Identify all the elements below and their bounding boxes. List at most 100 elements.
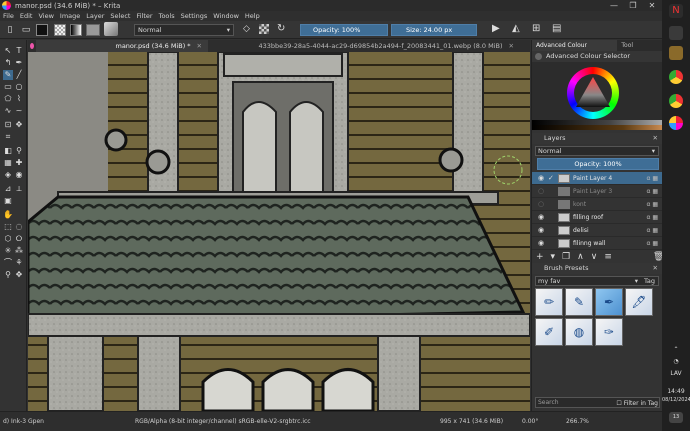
workspace-icon[interactable]: ▤ [552,23,561,34]
polygon-tool-icon[interactable]: ⬠ [3,94,13,104]
brush-preset-soft-icon[interactable]: ◍ [565,318,593,346]
drawing-canvas[interactable] [28,52,530,411]
chrome-icon[interactable] [669,94,683,108]
visibility-eye-icon[interactable]: ◉ [538,175,545,182]
clock-time[interactable]: 14:49 [662,388,690,395]
close-button[interactable]: ✕ [643,0,661,11]
add-layer-icon[interactable]: + [536,252,544,262]
visibility-eye-icon[interactable]: ◉ [538,214,545,221]
freehand-path-tool-icon[interactable]: ~ [14,106,24,116]
colorize-mask-tool-icon[interactable]: ▦ [3,158,13,168]
text-tool-icon[interactable]: T [14,46,24,56]
menu-select[interactable]: Select [110,12,130,20]
pan-view-tool-icon[interactable]: ✥ [14,270,24,280]
status-zoom[interactable]: 266.7% [566,418,589,425]
pan-tool-icon[interactable]: ✋ [3,210,13,220]
tab-tool-options[interactable]: Tool Options [617,40,662,60]
close-panel-icon[interactable]: ✕ [653,263,658,274]
fill-tool-icon[interactable]: ◈ [3,170,13,180]
menu-image[interactable]: Image [60,12,80,20]
crop-tool-icon[interactable]: ⌗ [3,132,13,142]
brush-tag-select[interactable]: my fav ▾ Tag [535,276,659,286]
smart-patch-tool-icon[interactable]: ✚ [14,158,24,168]
polygonal-selection-tool-icon[interactable]: ⬡ [3,234,13,244]
move-tool-icon[interactable]: ✥ [14,120,24,130]
maximize-button[interactable]: ❐ [624,0,642,11]
menu-settings[interactable]: Settings [181,12,208,20]
layer-properties-icon[interactable]: ≡ [604,252,612,262]
reload-preset-icon[interactable]: ↻ [277,23,285,34]
brush-preset-marker-icon[interactable]: ✎ [565,288,593,316]
blend-mode-select[interactable]: Normal ▾ [134,24,234,36]
alpha-lock-icon[interactable]: α ▦ [646,198,658,211]
enclose-fill-tool-icon[interactable]: ◉ [14,170,24,180]
app-icon[interactable] [669,26,683,40]
chrome-icon[interactable] [669,70,683,84]
shade-selector-brown[interactable] [532,125,662,130]
minimize-button[interactable]: — [605,0,623,11]
menu-help[interactable]: Help [245,12,260,20]
visibility-eye-icon[interactable]: ◉ [538,240,545,247]
netflix-icon[interactable]: N [669,4,683,18]
gradient-tool-icon[interactable]: ◧ [3,146,13,156]
zoom-tool-icon[interactable]: ⚲ [3,270,13,280]
close-tab-icon[interactable]: ✕ [197,40,202,52]
alpha-lock-icon[interactable]: α ▦ [646,172,658,185]
close-tab-icon[interactable]: ✕ [509,40,514,52]
move-layer-up-icon[interactable]: ∧ [577,252,584,262]
duplicate-layer-icon[interactable]: ❐ [562,252,570,262]
layer-row[interactable]: ◉ filling roof α ▦ [532,211,662,224]
close-panel-icon[interactable]: ✕ [653,133,658,144]
tag-button[interactable]: Tag [644,277,655,286]
menu-filter[interactable]: Filter [136,12,152,20]
visibility-eye-icon[interactable]: ◉ [538,227,545,234]
similar-color-selection-tool-icon[interactable]: ⁂ [14,246,24,256]
menu-view[interactable]: View [38,12,53,20]
wrap-around-icon[interactable]: ⊞ [532,23,540,34]
layer-blend-select[interactable]: Normal ▾ [535,146,659,156]
size-slider[interactable]: Size: 24.00 px [391,24,477,36]
alpha-lock-icon[interactable]: α ▦ [646,211,658,224]
line-tool-icon[interactable]: ╱ [14,70,24,80]
elliptical-selection-tool-icon[interactable]: ◌ [14,222,24,232]
layer-opacity-slider[interactable]: Opacity: 100% [537,158,659,170]
tab-manor[interactable]: manor.psd (34.6 MiB) * ✕ [36,40,208,52]
move-layer-down-icon[interactable]: ∨ [591,252,598,262]
clock-date[interactable]: 08/12/2024 [662,397,690,403]
brush-preset-button[interactable] [104,22,118,36]
menu-tools[interactable]: Tools [159,12,175,20]
background-color-swatch[interactable] [54,24,66,36]
menu-edit[interactable]: Edit [20,12,33,20]
transform-tool-icon[interactable]: ⊡ [3,120,13,130]
check-icon[interactable]: ✓ [548,174,554,182]
brush-preset-blender-icon[interactable]: ✑ [595,318,623,346]
polyline-tool-icon[interactable]: ⌇ [14,94,24,104]
measure-tool-icon[interactable]: ⟂ [14,184,24,194]
layer-row[interactable]: ◉ ✓ Paint Layer 4 α ▦ [532,172,662,185]
alpha-lock-icon[interactable]: α ▦ [646,237,658,250]
menu-file[interactable]: File [3,12,14,20]
new-document-icon[interactable]: ▯ [4,24,16,36]
krita-taskbar-icon[interactable] [669,116,683,130]
alpha-lock-icon[interactable]: α ▦ [646,224,658,237]
pattern-swatch[interactable] [86,24,100,36]
color-picker-tool-icon[interactable]: ⚲ [14,146,24,156]
notification-badge[interactable]: 13 [669,412,683,423]
reference-images-tool-icon[interactable]: ▣ [3,196,13,206]
language-indicator[interactable]: LAV [662,370,690,377]
gradient-swatch[interactable] [70,24,82,36]
network-icon[interactable]: ◔ [662,358,690,365]
folder-icon[interactable] [669,46,683,60]
panel-settings-icon[interactable] [535,53,542,60]
calligraphy-tool-icon[interactable]: ✒ [14,58,24,68]
layer-row[interactable]: ◉ delisi α ▦ [532,224,662,237]
alpha-lock-icon[interactable] [259,24,269,34]
layer-row[interactable]: ○ kont α ▦ [532,198,662,211]
menu-window[interactable]: Window [213,12,239,20]
mirror-vertical-icon[interactable]: ◭ [512,23,520,34]
tab-webp[interactable]: 433bbe39-28a5-4044-ac29-d69854b2a494-f_2… [208,40,520,52]
layer-row[interactable]: ◉ filinng wall α ▦ [532,237,662,250]
filter-in-tag-checkbox[interactable]: ☐ Filter in Tag [616,400,658,407]
bezier-tool-icon[interactable]: ∿ [3,106,13,116]
edit-shapes-tool-icon[interactable]: ↰ [3,58,13,68]
